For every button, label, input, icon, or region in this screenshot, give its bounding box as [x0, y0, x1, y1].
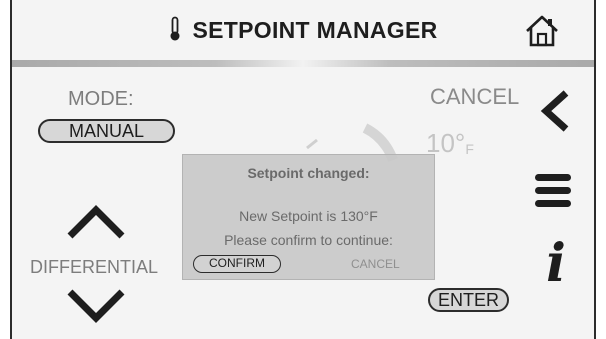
dialog-message-line2: Please confirm to continue: [224, 232, 393, 248]
home-icon [526, 15, 558, 47]
confirm-dialog: Setpoint changed: New Setpoint is 130°F … [182, 154, 435, 280]
title-area: SETPOINT MANAGER [12, 16, 594, 48]
header-bar: SETPOINT MANAGER [12, 0, 594, 62]
mode-selector[interactable]: MANUAL [38, 119, 175, 143]
cancel-button[interactable]: CANCEL [430, 84, 519, 110]
home-button[interactable] [524, 14, 560, 48]
info-icon: i [546, 233, 566, 294]
differential-label: DIFFERENTIAL [30, 257, 159, 277]
info-button[interactable]: i [536, 234, 576, 294]
page-title: SETPOINT MANAGER [192, 17, 438, 43]
thermostat-screen: SETPOINT MANAGER MODE: MANUAL CANCEL 10°… [10, 0, 596, 339]
dialog-title: Setpoint changed: [247, 165, 370, 181]
dialog-cancel-button[interactable]: CANCEL [351, 257, 400, 271]
chevron-up-icon [67, 205, 125, 239]
thermometer-icon [168, 16, 182, 48]
hamburger-menu-icon [535, 174, 571, 207]
chevron-left-icon [540, 90, 569, 132]
dialog-message-line1: New Setpoint is 130°F [239, 208, 378, 224]
mode-label: MODE: [68, 88, 134, 110]
header-divider [12, 60, 594, 67]
menu-button[interactable] [533, 170, 573, 212]
back-button[interactable] [534, 88, 574, 134]
differential-up-button[interactable] [64, 202, 128, 242]
differential-down-button[interactable] [64, 286, 128, 326]
enter-button[interactable]: ENTER [428, 288, 509, 312]
dialog-confirm-button[interactable]: CONFIRM [193, 255, 281, 273]
chevron-down-icon [67, 289, 125, 323]
temperature-unit: F [465, 141, 474, 157]
